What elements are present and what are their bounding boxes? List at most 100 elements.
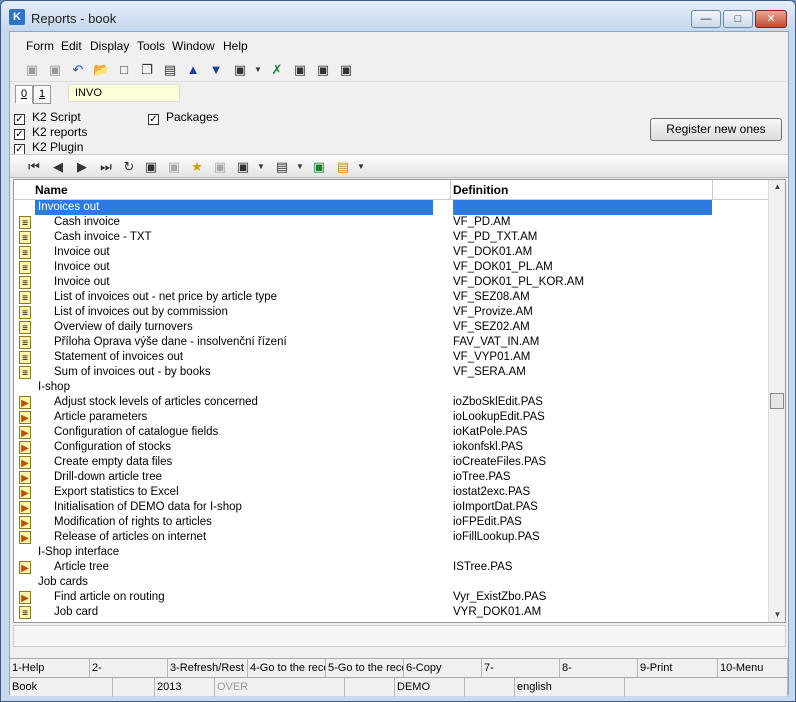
maximize-button[interactable]: □ — [723, 10, 753, 28]
table-row[interactable]: ≡ Sum of invoices out - by books VF_SERA.A… — [14, 365, 769, 380]
camera-icon[interactable]: ▣ — [232, 62, 248, 78]
save-icon[interactable]: ▣ — [24, 62, 40, 78]
fkey-10[interactable]: 10-Menu — [718, 659, 788, 678]
fkey-4[interactable]: 4-Go to the reco — [248, 659, 326, 678]
column-header-definition[interactable]: Definition — [453, 183, 508, 197]
group-row[interactable]: Job cards — [14, 575, 769, 590]
row-name: List of invoices out - net price by arti… — [54, 291, 278, 303]
fkey-1[interactable]: 1-Help — [10, 659, 90, 678]
scroll-up-icon[interactable]: ▲ — [769, 180, 785, 194]
book-icon[interactable]: ▤ — [162, 62, 178, 78]
table-row[interactable]: ≡ Job card VYR_DOK01.AM — [14, 605, 769, 620]
tab-1[interactable]: 1 — [33, 85, 51, 104]
save-as-icon[interactable]: ▣ — [47, 62, 63, 78]
fkey-8[interactable]: 8- — [560, 659, 638, 678]
fkey-3[interactable]: 3-Refresh/Rest — [168, 659, 248, 678]
status-bar: Book 2013 OVER DEMO english — [10, 677, 788, 697]
copy-icon[interactable]: ❐ — [139, 62, 155, 78]
arrow-down-icon[interactable]: ▼ — [208, 62, 224, 78]
row-definition: FAV_VAT_IN.AM — [453, 336, 540, 348]
table-row[interactable]: ▶ Find article on routing Vyr_ExistZbo.PAS — [14, 590, 769, 605]
menu-form[interactable]: Form — [26, 39, 54, 53]
chevron-down-icon[interactable]: ▼ — [250, 62, 266, 78]
arrow-up-icon[interactable]: ▲ — [185, 62, 201, 78]
menu-help[interactable]: Help — [223, 39, 248, 53]
scrollbar-thumb[interactable] — [770, 393, 784, 409]
table-row[interactable]: ≡ Invoice out VF_DOK01_PL.AM — [14, 260, 769, 275]
column-divider[interactable] — [450, 180, 451, 200]
find-next-icon[interactable]: ▣ — [315, 62, 331, 78]
table-row[interactable]: ≡ Invoice out VF_DOK01.AM — [14, 245, 769, 260]
open-folder-icon[interactable]: 📂 — [93, 62, 109, 78]
script-icon: ▶ — [19, 441, 31, 454]
table-row[interactable]: ▶ Configuration of catalogue fields ioKatP… — [14, 425, 769, 440]
table-row[interactable]: ≡ Cash invoice VF_PD.AM — [14, 215, 769, 230]
table-row[interactable]: ▶ Configuration of stocks iokonfskl.PAS — [14, 440, 769, 455]
export-excel-icon[interactable]: ▣ — [311, 159, 327, 175]
fkey-7[interactable]: 7- — [482, 659, 560, 678]
previous-record-icon[interactable]: ◀ — [50, 159, 66, 175]
table-row[interactable]: ▶ Create empty data files ioCreateFiles.PA… — [14, 455, 769, 470]
table-row[interactable]: ≡ List of invoices out by commission VF_Pr… — [14, 305, 769, 320]
close-button[interactable]: ✕ — [755, 10, 787, 28]
vertical-scrollbar[interactable]: ▲ ▼ — [768, 180, 785, 622]
table-row[interactable]: ▶ Drill-down article tree ioTree.PAS — [14, 470, 769, 485]
chevron-down-icon[interactable]: ▼ — [292, 159, 308, 175]
camera-icon[interactable]: ▣ — [235, 159, 251, 175]
binoculars-disabled-icon[interactable]: ▣ — [166, 159, 182, 175]
table-row[interactable]: ≡ Cash invoice - TXT VF_PD_TXT.AM — [14, 230, 769, 245]
menu-window[interactable]: Window — [172, 39, 215, 53]
find-previous-icon[interactable]: ▣ — [338, 62, 354, 78]
minimize-button[interactable]: — — [691, 10, 721, 28]
group-row[interactable]: Invoices out — [14, 200, 769, 215]
table-row[interactable]: ▶ Article parameters ioLookupEdit.PAS — [14, 410, 769, 425]
register-new-ones-button[interactable]: Register new ones — [650, 118, 782, 141]
fkey-6[interactable]: 6-Copy — [404, 659, 482, 678]
table-row[interactable]: ▶ Article tree ISTree.PAS — [14, 560, 769, 575]
menu-edit[interactable]: Edit — [61, 39, 82, 53]
menu-display[interactable]: Display — [90, 39, 129, 53]
table-row[interactable]: ≡ Invoice out VF_DOK01_PL_KOR.AM — [14, 275, 769, 290]
fkey-9[interactable]: 9-Print — [638, 659, 718, 678]
new-document-icon[interactable]: □ — [116, 62, 132, 78]
menu-tools[interactable]: Tools — [137, 39, 165, 53]
search-binoculars-icon[interactable]: ▣ — [143, 159, 159, 175]
chevron-down-icon[interactable]: ▼ — [253, 159, 269, 175]
properties-icon[interactable]: ▤ — [274, 159, 290, 175]
scroll-down-icon[interactable]: ▼ — [769, 608, 785, 622]
refresh-icon[interactable]: ↻ — [121, 159, 137, 175]
k2-plugin-checkbox[interactable]: ✓ K2 Plugin — [14, 140, 83, 155]
remove-icon[interactable]: ▣ — [212, 159, 228, 175]
undo-icon[interactable]: ↶ — [70, 62, 86, 78]
table-row[interactable]: ▶ Adjust stock levels of articles concern… — [14, 395, 769, 410]
first-record-icon[interactable]: ⏮ — [26, 159, 42, 175]
fkey-2[interactable]: 2- — [90, 659, 168, 678]
column-header-name[interactable]: Name — [35, 183, 68, 197]
table-row[interactable]: ≡ Overview of daily turnovers VF_SEZ02.AM — [14, 320, 769, 335]
filter-icon[interactable]: ✗ — [269, 62, 285, 78]
report-document-icon: ≡ — [19, 351, 31, 364]
k2-reports-checkbox[interactable]: ✓ K2 reports — [14, 125, 87, 140]
function-key-bar: 1-Help 2- 3-Refresh/Rest 4-Go to the reco 5-… — [10, 658, 788, 678]
find-binoculars-icon[interactable]: ▣ — [292, 62, 308, 78]
list-icon[interactable]: ▤ — [335, 159, 351, 175]
table-row[interactable]: ≡ Příloha Oprava výše dane - insolvenční … — [14, 335, 769, 350]
table-row[interactable]: ▶ Export statistics to Excel iostat2exc.PA… — [14, 485, 769, 500]
last-record-icon[interactable]: ⏭ — [98, 159, 114, 175]
chevron-down-icon[interactable]: ▼ — [353, 159, 369, 175]
table-row[interactable]: ▶ Release of articles on internet ioFillLo… — [14, 530, 769, 545]
tab-0[interactable]: 0 — [15, 85, 33, 104]
add-star-icon[interactable]: ★ — [189, 159, 205, 175]
next-record-icon[interactable]: ▶ — [74, 159, 90, 175]
fkey-5[interactable]: 5-Go to the reco — [326, 659, 404, 678]
table-row[interactable]: ▶ Modification of rights to articles ioFPE… — [14, 515, 769, 530]
column-divider[interactable] — [712, 180, 713, 200]
table-row[interactable]: ≡ Statement of invoices out VF_VYP01.AM — [14, 350, 769, 365]
table-row[interactable]: ▶ Initialisation of DEMO data for I-shop i… — [14, 500, 769, 515]
table-row[interactable]: ≡ List of invoices out - net price by art… — [14, 290, 769, 305]
k2-script-checkbox[interactable]: ✓ K2 Script — [14, 110, 81, 125]
packages-checkbox[interactable]: ✓ Packages — [148, 110, 219, 125]
group-row[interactable]: I-shop — [14, 380, 769, 395]
group-row[interactable]: I-Shop interface — [14, 545, 769, 560]
row-definition: iokonfskl.PAS — [453, 441, 524, 453]
